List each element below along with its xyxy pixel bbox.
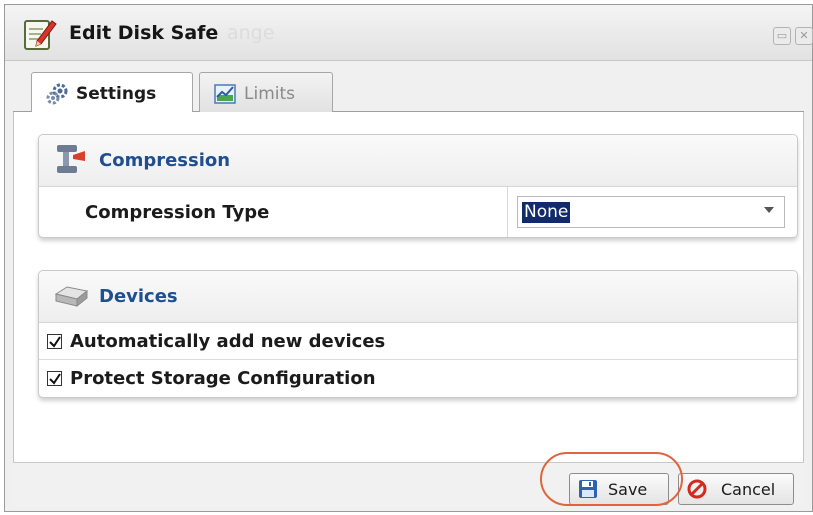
chart-icon <box>214 83 236 105</box>
protect-storage-checkbox[interactable] <box>47 371 62 386</box>
tab-limits-label: Limits <box>244 84 295 104</box>
edit-notepad-icon <box>23 15 57 51</box>
compression-type-row: Compression Type None <box>39 187 797 237</box>
restore-icon[interactable]: ▭ <box>773 27 791 45</box>
gears-icon <box>46 83 68 105</box>
compression-panel: Compression Compression Type None <box>38 134 798 238</box>
save-highlight-annotation <box>540 452 683 506</box>
dialog-footer: Save Cancel <box>13 462 804 507</box>
auto-add-devices-checkbox[interactable] <box>47 334 62 349</box>
dialog-title: Edit Disk Safe <box>69 22 219 44</box>
tab-settings[interactable]: Settings <box>31 72 193 113</box>
auto-add-devices-label[interactable]: Automatically add new devices <box>70 331 385 352</box>
cancel-button[interactable]: Cancel <box>678 473 794 505</box>
dialog-title-background-text: ange <box>227 22 275 44</box>
tab-settings-label: Settings <box>76 84 157 104</box>
title-bar[interactable]: Edit Disk Safe ange ▭ ✕ <box>5 5 813 61</box>
devices-title: Devices <box>99 286 178 307</box>
tab-strip: Settings Limits <box>13 65 804 113</box>
compress-clamp-icon <box>53 143 89 177</box>
compression-type-label: Compression Type <box>85 202 270 223</box>
compression-header: Compression <box>39 135 797 187</box>
auto-add-devices-row[interactable]: Automatically add new devices <box>39 323 797 360</box>
compression-title: Compression <box>99 150 231 171</box>
cancel-label: Cancel <box>721 480 776 499</box>
protect-storage-row[interactable]: Protect Storage Configuration <box>39 360 797 397</box>
protect-storage-label[interactable]: Protect Storage Configuration <box>70 368 376 389</box>
compression-type-value: None <box>522 202 571 223</box>
devices-panel: Devices Automatically add new devices Pr… <box>38 270 798 398</box>
tab-limits[interactable]: Limits <box>199 72 333 113</box>
column-divider <box>507 187 508 237</box>
compression-type-select[interactable]: None <box>517 196 785 228</box>
cancel-circle-icon <box>687 479 707 499</box>
settings-tab-content: Compression Compression Type None Device… <box>13 112 804 462</box>
chevron-down-icon[interactable] <box>764 207 774 213</box>
devices-header: Devices <box>39 271 797 323</box>
edit-disk-safe-dialog: Edit Disk Safe ange ▭ ✕ Settings Limits … <box>4 4 813 512</box>
close-icon[interactable]: ✕ <box>795 27 813 45</box>
hard-drive-icon <box>53 279 89 313</box>
